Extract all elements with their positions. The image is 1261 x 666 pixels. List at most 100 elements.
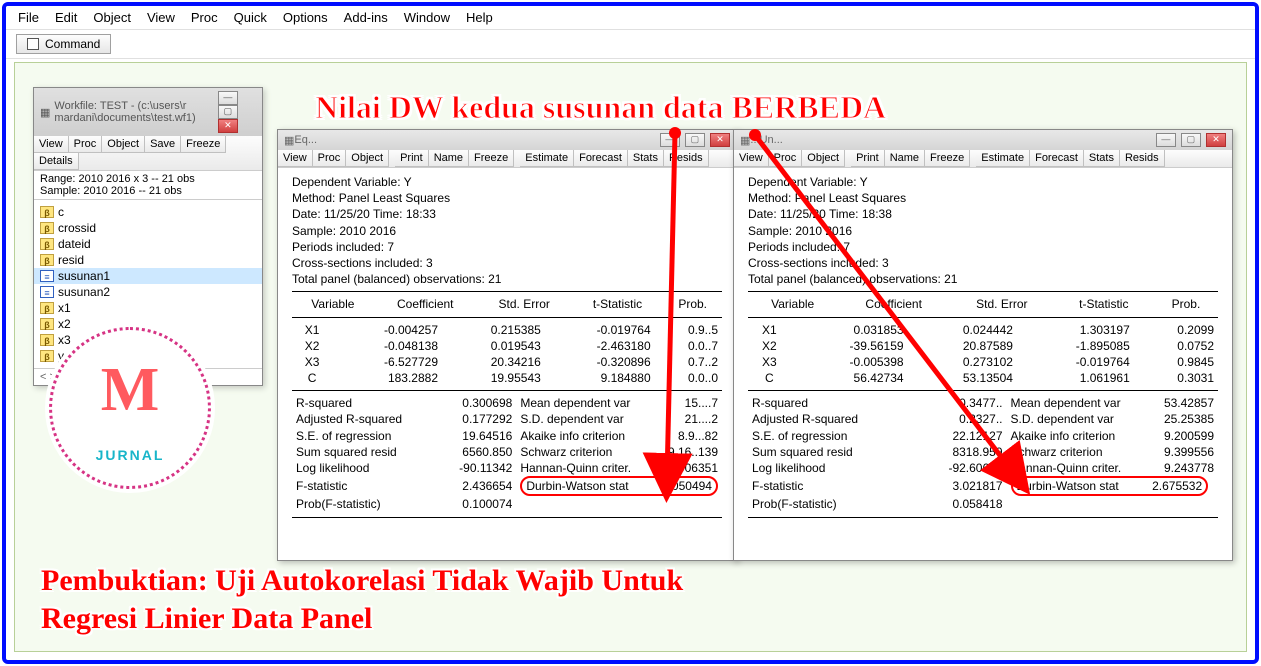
var-icon: ≡ (40, 270, 54, 282)
wf-proc[interactable]: Proc (69, 136, 103, 153)
var-label: dateid (58, 237, 91, 251)
mjurnal-logo: M JURNAL (45, 323, 215, 493)
var-item-x1[interactable]: β x1 (34, 300, 262, 316)
workfile-title-text: Workfile: TEST - (c:\users\r mardani\doc… (54, 100, 208, 124)
eq-btn-estimate[interactable]: Estimate (976, 150, 1030, 167)
close-button[interactable]: ✕ (218, 119, 238, 133)
wf-view[interactable]: View (34, 136, 69, 153)
eq1-title-text: Eq... (294, 134, 317, 146)
eq-btn-stats[interactable]: Stats (1084, 150, 1120, 167)
var-label: x2 (58, 317, 71, 331)
eq2-min[interactable]: — (1156, 133, 1176, 147)
minimize-button[interactable]: — (218, 91, 238, 105)
durbin-watson-highlight: Durbin-Watson stat 2.675532 (1011, 476, 1209, 496)
var-item-susunan2[interactable]: ≡ susunan2 (34, 284, 262, 300)
eq2-max[interactable]: ▢ (1181, 133, 1201, 147)
menu-proc[interactable]: Proc (191, 10, 218, 25)
eq-btn-freeze[interactable]: Freeze (925, 150, 970, 167)
eq-btn-resids[interactable]: Resids (664, 150, 709, 167)
window-controls: — ▢ ✕ (216, 91, 256, 133)
var-icon: β (40, 238, 54, 250)
eq-icon: ▦ (284, 134, 294, 147)
menu-window[interactable]: Window (404, 10, 450, 25)
eq-btn-view[interactable]: View (734, 150, 769, 167)
eq1-toolbar: ViewProcObject PrintNameFreeze EstimateFor… (278, 150, 736, 168)
eq-icon: ▦ (740, 134, 750, 147)
annotation-bottom: Pembuktian: Uji Autokorelasi Tidak Wajib… (41, 562, 683, 637)
var-icon: β (40, 302, 54, 314)
wf-save[interactable]: Save (145, 136, 181, 153)
eq1-titlebar[interactable]: ▦ Eq... — ▢ ✕ (278, 130, 736, 150)
var-icon: ≡ (40, 286, 54, 298)
var-item-susunan1[interactable]: ≡ susunan1 (34, 268, 262, 284)
eq2-output: Dependent Variable: YMethod: Panel Least… (734, 168, 1232, 526)
eq1-close[interactable]: ✕ (710, 133, 730, 147)
eq-btn-view[interactable]: View (278, 150, 313, 167)
var-icon: β (40, 222, 54, 234)
var-icon: β (40, 318, 54, 330)
command-label: Command (45, 37, 100, 51)
menu-addins[interactable]: Add-ins (344, 10, 388, 25)
var-icon: β (40, 206, 54, 218)
eq-btn-print[interactable]: Print (395, 150, 429, 167)
var-item-crossid[interactable]: β crossid (34, 220, 262, 236)
eq-btn-object[interactable]: Object (346, 150, 389, 167)
eq-btn-freeze[interactable]: Freeze (469, 150, 514, 167)
command-row: Command (6, 30, 1255, 59)
workspace: ▦ Workfile: TEST - (c:\users\r mardani\d… (14, 62, 1247, 652)
eq1-output: Dependent Variable: YMethod: Panel Least… (278, 168, 736, 526)
var-label: resid (58, 253, 84, 267)
menu-options[interactable]: Options (283, 10, 328, 25)
eq1-max[interactable]: ▢ (685, 133, 705, 147)
menubar: File Edit Object View Proc Quick Options… (6, 6, 1255, 30)
menu-file[interactable]: File (18, 10, 39, 25)
menu-quick[interactable]: Quick (234, 10, 267, 25)
eq-btn-object[interactable]: Object (802, 150, 845, 167)
annotation-title: Nilai DW kedua susunan data BERBEDA (315, 89, 886, 126)
eq-btn-name[interactable]: Name (429, 150, 469, 167)
eq-btn-proc[interactable]: Proc (313, 150, 347, 167)
eq-btn-stats[interactable]: Stats (628, 150, 664, 167)
wf-object[interactable]: Object (102, 136, 145, 153)
eq2-toolbar: ViewProcObject PrintNameFreeze EstimateFor… (734, 150, 1232, 168)
sample-text: Sample: 2010 2016 -- 21 obs (40, 185, 256, 197)
eq1-min[interactable]: — (660, 133, 680, 147)
equation-window-1: ▦ Eq... — ▢ ✕ ViewProcObject PrintNameFre… (277, 129, 737, 561)
eq2-title-text: ..:Un... (750, 134, 782, 146)
var-label: susunan1 (58, 269, 110, 283)
eq-btn-name[interactable]: Name (885, 150, 925, 167)
eq-btn-estimate[interactable]: Estimate (520, 150, 574, 167)
menu-edit[interactable]: Edit (55, 10, 77, 25)
workfile-toolbar: View Proc Object Save Freeze Details (34, 136, 262, 171)
var-item-dateid[interactable]: βdateid (34, 236, 262, 252)
wf-freeze[interactable]: Freeze (181, 136, 226, 153)
eq-btn-print[interactable]: Print (851, 150, 885, 167)
wf-details[interactable]: Details (34, 153, 79, 170)
var-label: crossid (58, 221, 96, 235)
workfile-icon: ▦ (40, 106, 50, 119)
workfile-ranges: Range: 2010 2016 x 3 -- 21 obs Sample: 2… (34, 171, 262, 200)
eq-btn-forecast[interactable]: Forecast (1030, 150, 1084, 167)
eq2-titlebar[interactable]: ▦ ..:Un... — ▢ ✕ (734, 130, 1232, 150)
var-label: susunan2 (58, 285, 110, 299)
maximize-button[interactable]: ▢ (218, 105, 238, 119)
eq-btn-resids[interactable]: Resids (1120, 150, 1165, 167)
var-label: x1 (58, 301, 71, 315)
durbin-watson-highlight: Durbin-Watson stat 2.050494 (520, 476, 718, 496)
command-button[interactable]: Command (16, 34, 111, 54)
var-icon: β (40, 254, 54, 266)
var-label: c (58, 205, 64, 219)
menu-view[interactable]: View (147, 10, 175, 25)
workfile-titlebar[interactable]: ▦ Workfile: TEST - (c:\users\r mardani\d… (34, 88, 262, 136)
equation-window-2: ▦ ..:Un... — ▢ ✕ ViewProcObject PrintName… (733, 129, 1233, 561)
eq-btn-forecast[interactable]: Forecast (574, 150, 628, 167)
var-item-c[interactable]: βc (34, 204, 262, 220)
menu-help[interactable]: Help (466, 10, 493, 25)
var-label: x3 (58, 333, 71, 347)
eq-btn-proc[interactable]: Proc (769, 150, 803, 167)
command-icon (27, 38, 39, 50)
range-text: Range: 2010 2016 x 3 -- 21 obs (40, 173, 256, 185)
menu-object[interactable]: Object (93, 10, 131, 25)
eq2-close[interactable]: ✕ (1206, 133, 1226, 147)
var-item-resid[interactable]: βresid (34, 252, 262, 268)
